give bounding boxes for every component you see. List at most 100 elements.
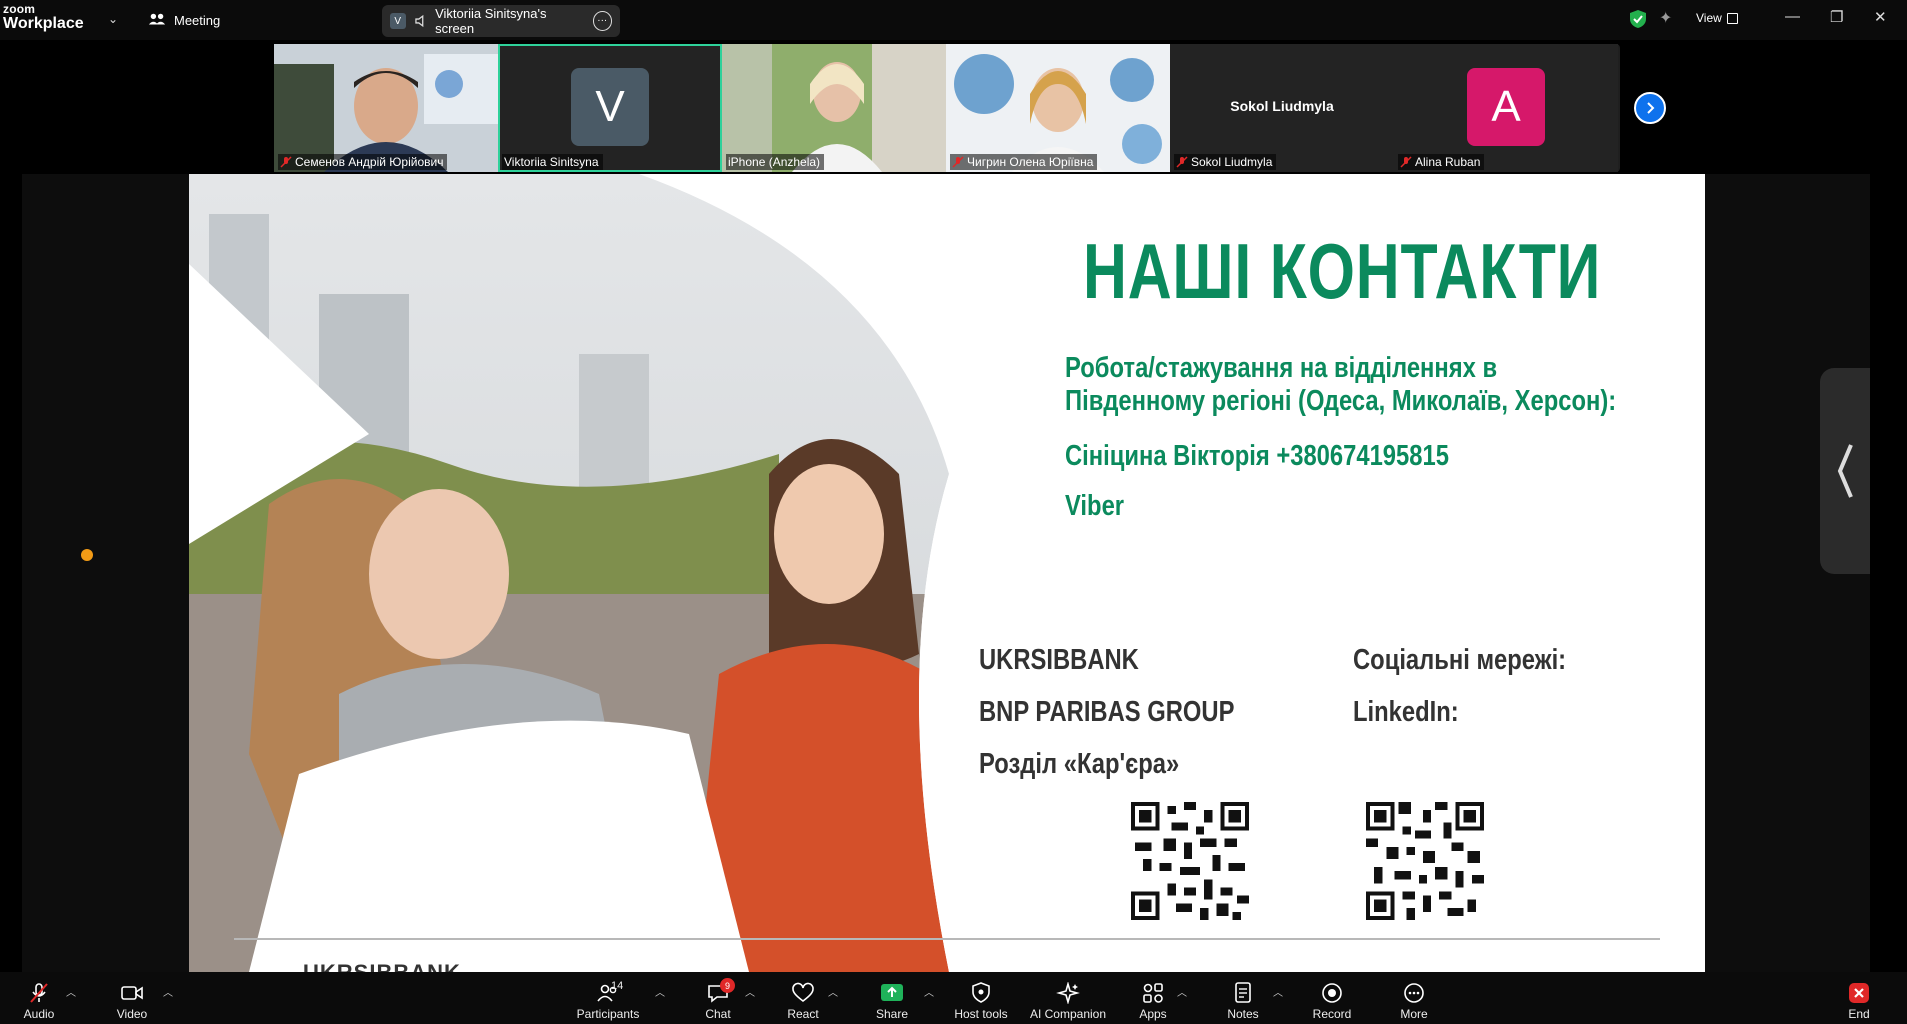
qr-code-icon — [1131, 802, 1249, 920]
participants-button[interactable]: 14 Participants — [575, 972, 641, 1024]
ai-sparkle-icon — [1056, 982, 1080, 1004]
screen-share-pill[interactable]: V Viktoriia Sinitsyna's screen ··· — [382, 5, 620, 37]
chevron-up-icon[interactable]: ︿ — [745, 984, 755, 999]
video-label: Video — [116, 1007, 148, 1021]
participants-count: 14 — [611, 980, 624, 992]
slide-footer-logo: UKRSIBBANK — [303, 960, 461, 972]
mic-muted-icon — [1176, 156, 1188, 168]
end-label: End — [1848, 1007, 1870, 1021]
mic-muted-icon — [1400, 156, 1412, 168]
avatar: V — [571, 68, 649, 146]
close-icon[interactable]: ✕ — [1874, 8, 1887, 26]
chevron-up-icon[interactable]: ︿ — [828, 984, 838, 999]
top-bar: zoom Workplace ⌄ Meeting V Viktoriia Sin… — [0, 0, 1907, 40]
video-button[interactable]: Video — [110, 972, 154, 1024]
ai-companion-label: AI Companion — [1029, 1007, 1107, 1021]
meeting-info-button[interactable]: Meeting — [148, 11, 220, 29]
participant-tile[interactable]: A Alina Ruban — [1394, 44, 1618, 172]
apps-label: Apps — [1139, 1007, 1167, 1021]
heart-icon — [792, 982, 814, 1003]
react-button[interactable]: React — [784, 972, 822, 1024]
apps-button[interactable]: Apps — [1135, 972, 1171, 1024]
zoom-workplace-logo: zoom Workplace — [3, 3, 84, 32]
more-label: More — [1400, 1007, 1428, 1021]
chevron-up-icon[interactable]: ︿ — [924, 984, 934, 999]
record-label: Record — [1312, 1007, 1352, 1021]
mic-muted-icon — [30, 983, 48, 1003]
participant-name: Чигрин Олена Юріївна — [950, 154, 1098, 170]
sparkle-icon[interactable]: ✦ — [1659, 8, 1672, 28]
chevron-up-icon[interactable]: ︿ — [163, 984, 173, 999]
chevron-right-icon — [1647, 102, 1655, 114]
slide-text-line2: Південному регіоні (Одеса, Миколаїв, Хер… — [1065, 385, 1617, 417]
slide-bank1: UKRSIBBANK — [979, 644, 1139, 676]
ai-companion-button[interactable]: AI Companion — [1027, 972, 1109, 1024]
chevron-up-icon[interactable]: ︿ — [655, 984, 665, 999]
chevron-down-icon[interactable]: ⌄ — [108, 12, 118, 26]
chevron-up-icon[interactable]: ︿ — [1273, 984, 1283, 999]
qr-code-icon — [1366, 802, 1484, 920]
participant-name: Sokol Liudmyla — [1174, 154, 1277, 170]
sharer-badge: V — [390, 13, 406, 29]
chevron-up-icon[interactable]: ︿ — [1177, 984, 1187, 999]
mic-muted-icon — [952, 156, 964, 168]
record-icon — [1322, 983, 1342, 1003]
chat-button[interactable]: 9 Chat — [700, 972, 736, 1024]
participant-display-name: Sokol Liudmyla — [1230, 98, 1334, 114]
more-button[interactable]: More — [1396, 972, 1432, 1024]
participant-tile[interactable]: Чигрин Олена Юріївна — [946, 44, 1170, 172]
minimize-icon[interactable]: — — [1785, 8, 1800, 25]
slide-photo — [189, 174, 989, 972]
restore-icon[interactable]: ❐ — [1830, 8, 1843, 26]
next-page-button[interactable] — [1634, 92, 1666, 124]
encryption-shield-icon[interactable] — [1629, 9, 1647, 29]
chevron-up-icon[interactable]: ︿ — [66, 984, 76, 999]
react-label: React — [787, 1007, 819, 1021]
audio-button[interactable]: Audio — [18, 972, 60, 1024]
chevron-left-icon — [1837, 444, 1853, 498]
participant-video — [274, 44, 498, 172]
view-label: View — [1696, 11, 1722, 25]
shared-slide: НАШІ КОНТАКТИ Робота/стажування на відді… — [189, 174, 1705, 972]
participant-tile[interactable]: iPhone (Anzhela) — [722, 44, 946, 172]
share-label: Viktoriia Sinitsyna's screen — [435, 6, 547, 36]
notes-button[interactable]: Notes — [1223, 972, 1263, 1024]
avatar: A — [1467, 68, 1545, 146]
participant-video — [722, 44, 946, 172]
ellipsis-icon[interactable]: ··· — [592, 11, 612, 31]
host-tools-label: Host tools — [954, 1007, 1008, 1021]
participant-strip: Семенов Андрій Юрійович V Viktoriia Sini… — [274, 44, 1620, 172]
recording-indicator — [81, 549, 93, 561]
host-tools-button[interactable]: Host tools — [952, 972, 1010, 1024]
participant-video — [946, 44, 1170, 172]
mic-muted-icon — [280, 156, 292, 168]
speaker-icon — [414, 14, 423, 28]
chat-unread-badge: 9 — [720, 978, 735, 993]
end-call-icon — [1849, 983, 1869, 1003]
participant-tile[interactable]: V Viktoriia Sinitsyna — [498, 44, 722, 172]
brand-line2: Workplace — [3, 15, 84, 32]
slide-viber: Viber — [1065, 490, 1125, 522]
slide-social: Соціальні мережі: — [1353, 644, 1567, 676]
participant-name: Alina Ruban — [1398, 154, 1485, 170]
participant-tile[interactable]: Sokol Liudmyla Sokol Liudmyla — [1170, 44, 1394, 172]
end-button[interactable]: End — [1844, 972, 1874, 1024]
audio-label: Audio — [23, 1007, 55, 1021]
slide-title: НАШІ КОНТАКТИ — [1083, 227, 1602, 315]
slide-contact: Сініцина Вікторія +380674195815 — [1065, 440, 1449, 472]
slide-bank2: BNP PARIBAS GROUP — [979, 696, 1235, 728]
share-button[interactable]: Share — [872, 972, 912, 1024]
participant-name: Семенов Андрій Юрійович — [278, 154, 448, 170]
apps-icon — [1143, 983, 1163, 1003]
people-icon — [148, 13, 166, 25]
view-button[interactable]: View — [1696, 11, 1738, 25]
participant-tile[interactable]: Семенов Андрій Юрійович — [274, 44, 498, 172]
chat-label: Chat — [705, 1007, 731, 1021]
record-button[interactable]: Record — [1310, 972, 1354, 1024]
slide-linkedin: LinkedIn: — [1353, 696, 1459, 728]
slide-text-line1: Робота/стажування на відділеннях в — [1065, 352, 1498, 384]
participant-name: Viktoriia Sinitsyna — [502, 154, 603, 170]
grid-icon — [1726, 12, 1738, 24]
share-screen-icon — [881, 984, 903, 1001]
collapse-panel-handle[interactable] — [1820, 368, 1870, 574]
